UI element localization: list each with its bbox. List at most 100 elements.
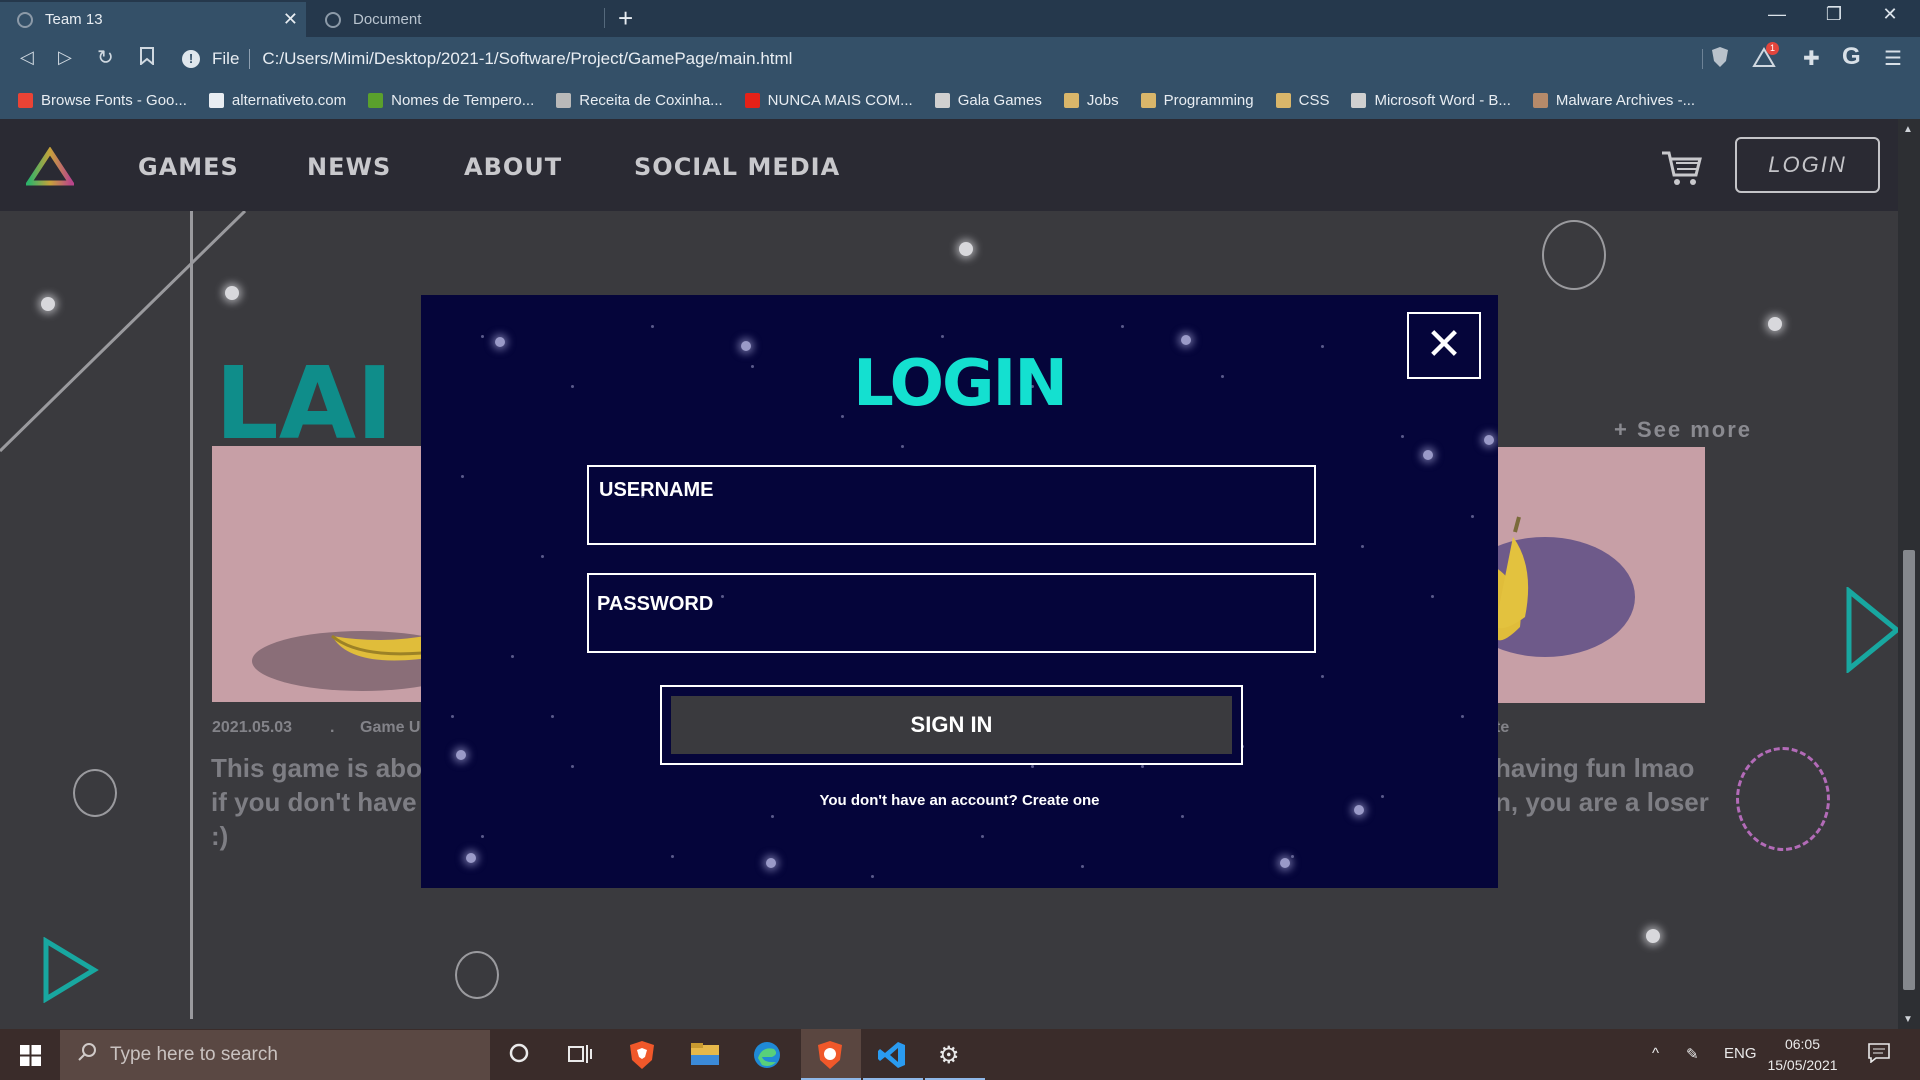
globe-icon: [1351, 92, 1367, 108]
close-window-button[interactable]: ✕: [1870, 4, 1910, 25]
restore-button[interactable]: ❐: [1814, 4, 1854, 25]
glow-dot: [41, 297, 55, 311]
site-logo[interactable]: [26, 147, 74, 187]
windows-taskbar: Type here to search ⚙ ^ ✎ ENG 06:05 15/0…: [0, 1029, 1920, 1080]
card-image-left[interactable]: [212, 446, 452, 702]
dashed-circle-decoration: [1736, 747, 1830, 851]
card-image-right[interactable]: [1495, 447, 1705, 703]
bookmark-item[interactable]: Gala Games: [934, 91, 1042, 109]
create-account-link[interactable]: You don't have an account? Create one: [421, 792, 1498, 809]
star-decoration: [1291, 855, 1294, 858]
bookmark-label: CSS: [1298, 91, 1330, 109]
bookmark-label: Receita de Coxinha...: [579, 91, 723, 109]
minimize-button[interactable]: —: [1757, 4, 1797, 25]
brave-shield-icon[interactable]: [1710, 46, 1730, 74]
bookmark-item[interactable]: Nomes de Tempero...: [368, 92, 534, 109]
scroll-up-arrow[interactable]: ▲: [1903, 124, 1913, 135]
see-more-link[interactable]: + See more: [1614, 417, 1752, 443]
site-info-icon[interactable]: !: [182, 50, 200, 68]
edge-icon[interactable]: [752, 1040, 782, 1077]
clock[interactable]: 06:05 15/05/2021: [1760, 1034, 1845, 1076]
brave-profile-app-icon[interactable]: [815, 1040, 845, 1077]
bookmark-item[interactable]: Browse Fonts - Goo...: [18, 92, 187, 109]
username-label: USERNAME: [599, 479, 714, 501]
reload-icon[interactable]: ↻: [97, 45, 114, 70]
scroll-down-arrow[interactable]: ▼: [1903, 1014, 1913, 1025]
profile-icon[interactable]: G: [1842, 43, 1861, 71]
glow-dot: [1768, 317, 1782, 331]
extensions-puzzle-icon[interactable]: ✚: [1803, 46, 1820, 71]
star-decoration: [1471, 515, 1474, 518]
menu-icon[interactable]: ☰: [1884, 46, 1902, 71]
star-decoration: [461, 475, 464, 478]
search-placeholder: Type here to search: [110, 1044, 278, 1065]
brave-browser-icon[interactable]: [628, 1040, 656, 1077]
next-arrow-button[interactable]: [1845, 587, 1898, 673]
vscode-icon[interactable]: [877, 1040, 907, 1077]
cortana-icon[interactable]: [508, 1042, 530, 1071]
glow-star-decoration: [1181, 335, 1191, 345]
bookmark-item[interactable]: Malware Archives -...: [1532, 92, 1695, 109]
circle-decoration: [1542, 220, 1606, 290]
folder-icon: [1275, 92, 1291, 108]
taskbar-search-box[interactable]: Type here to search: [60, 1030, 490, 1080]
cart-icon[interactable]: [1660, 149, 1702, 187]
circle-decoration: [455, 951, 499, 999]
bookmark-item[interactable]: alternativeto.com: [208, 92, 346, 109]
file-explorer-icon[interactable]: [690, 1041, 720, 1074]
url-field[interactable]: ! File C:/Users/Mimi/Desktop/2021-1/Soft…: [182, 43, 1702, 75]
password-label: PASSWORD: [597, 593, 714, 615]
glow-star-decoration: [1484, 435, 1494, 445]
task-view-icon[interactable]: [568, 1043, 592, 1072]
bookmark-item[interactable]: Programming: [1140, 92, 1254, 109]
nav-news[interactable]: NEWS: [307, 153, 391, 181]
bookmark-label: Microsoft Word - B...: [1374, 91, 1511, 109]
card-description-right[interactable]: having fun lmao n, you are a loser: [1495, 751, 1709, 819]
bookmark-label: Browse Fonts - Goo...: [41, 91, 187, 109]
browser-tab-bar: Team 13 ✕ Document + — ❐ ✕: [0, 0, 1920, 37]
nav-games[interactable]: GAMES: [138, 153, 239, 181]
bookmark-icon[interactable]: [140, 47, 154, 70]
windows-start-icon[interactable]: [20, 1045, 41, 1066]
scrollbar-thumb[interactable]: [1903, 550, 1915, 990]
tab-document[interactable]: Document: [308, 2, 604, 37]
close-tab-icon[interactable]: ✕: [283, 9, 298, 30]
card-description-left[interactable]: This game is abo if you don't have :): [211, 751, 422, 853]
folder-icon: [1140, 92, 1156, 108]
new-tab-button[interactable]: +: [618, 3, 633, 34]
clock-time: 06:05: [1784, 1036, 1821, 1052]
bookmark-item[interactable]: CSS: [1275, 91, 1330, 109]
bookmark-label: Gala Games: [957, 91, 1042, 109]
forward-icon[interactable]: ▷: [58, 47, 72, 68]
sign-in-button[interactable]: SIGN IN: [671, 696, 1232, 754]
password-field[interactable]: PASSWORD: [587, 573, 1316, 653]
star-decoration: [511, 655, 514, 658]
star-decoration: [1141, 765, 1144, 768]
bookmark-item[interactable]: Microsoft Word - B...: [1351, 91, 1511, 109]
username-field[interactable]: USERNAME: [587, 465, 1316, 545]
glow-star-decoration: [456, 750, 466, 760]
bookmark-label: Jobs: [1086, 91, 1119, 109]
desc-line: :): [211, 821, 229, 851]
clock-date: 15/05/2021: [1767, 1057, 1838, 1073]
chevron-up-icon[interactable]: ^: [1652, 1045, 1659, 1062]
star-decoration: [671, 855, 674, 858]
url-text[interactable]: C:/Users/Mimi/Desktop/2021-1/Software/Pr…: [262, 49, 792, 69]
bookmark-item[interactable]: Jobs: [1063, 91, 1119, 109]
nav-social-media[interactable]: SOCIAL MEDIA: [634, 153, 840, 181]
tab-team-13[interactable]: Team 13 ✕: [0, 2, 306, 37]
notifications-icon[interactable]: [1868, 1043, 1890, 1067]
language-indicator[interactable]: ENG: [1724, 1045, 1757, 1062]
bookmark-item[interactable]: NUNCA MAIS COM...: [744, 92, 913, 109]
glow-dot: [1646, 929, 1660, 943]
back-icon[interactable]: ◁: [20, 47, 34, 68]
nav-about[interactable]: ABOUT: [464, 153, 562, 181]
pen-icon[interactable]: ✎: [1686, 1045, 1699, 1063]
header-login-button[interactable]: LOGIN: [1735, 137, 1880, 193]
brave-rewards-icon[interactable]: 1: [1752, 42, 1779, 74]
settings-gear-icon[interactable]: ⚙: [938, 1041, 960, 1070]
bookmark-item[interactable]: Receita de Coxinha...: [556, 91, 723, 109]
banana-image: [252, 631, 452, 691]
site-header: GAMES NEWS ABOUT SOCIAL MEDIA LOGIN: [0, 119, 1898, 211]
globe-icon: [325, 11, 341, 28]
